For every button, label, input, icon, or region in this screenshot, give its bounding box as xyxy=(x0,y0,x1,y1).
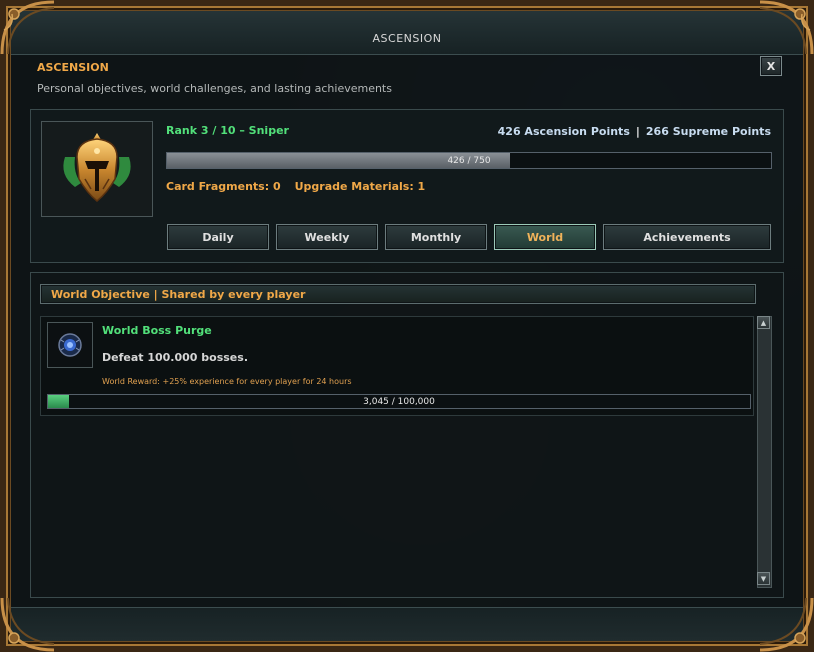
panel-subtitle: Personal objectives, world challenges, a… xyxy=(37,82,392,95)
objective-progress-bar: 3,045 / 100,000 xyxy=(47,394,751,409)
tab-monthly[interactable]: Monthly xyxy=(385,224,487,250)
section-header: World Objective | Shared by every player xyxy=(40,284,756,304)
rank-progress-bar: 426 / 750 xyxy=(166,152,772,169)
objective-progress-label: 3,045 / 100,000 xyxy=(363,396,435,407)
tab-world[interactable]: World xyxy=(494,224,596,250)
tab-weekly[interactable]: Weekly xyxy=(276,224,378,250)
tab-achievements[interactable]: Achievements xyxy=(603,224,771,250)
scroll-down-button[interactable]: ▼ xyxy=(757,572,770,585)
window-bottom-bar xyxy=(10,607,804,642)
objective-reward: World Reward: +25% experience for every … xyxy=(102,377,352,386)
scroll-up-button[interactable]: ▲ xyxy=(757,316,770,329)
card-fragments: Card Fragments: 0 xyxy=(166,180,281,193)
objective-icon-frame xyxy=(47,322,93,368)
resources-line: Card Fragments: 0 Upgrade Materials: 1 xyxy=(166,180,425,193)
panel-title: ASCENSION xyxy=(37,61,109,74)
window-titlebar: ASCENSION xyxy=(10,10,804,55)
rank-progress-label: 426 / 750 xyxy=(447,155,491,166)
supreme-points: 266 Supreme Points xyxy=(645,125,771,138)
close-button[interactable]: X xyxy=(760,56,782,76)
ascension-points: 426 Ascension Points xyxy=(497,125,630,138)
points-separator: | xyxy=(635,125,640,138)
objective-title: World Boss Purge xyxy=(102,324,212,337)
scrollbar-track[interactable] xyxy=(757,316,772,588)
rank-label: Rank 3 / 10 – Sniper xyxy=(166,124,289,137)
objective-description: Defeat 100.000 bosses. xyxy=(102,351,248,364)
upgrade-materials: Upgrade Materials: 1 xyxy=(294,180,426,193)
golden-helmet-icon xyxy=(63,133,131,202)
tab-daily[interactable]: Daily xyxy=(167,224,269,250)
window-title: ASCENSION xyxy=(372,32,442,45)
points-summary: 426 Ascension Points | 266 Supreme Points xyxy=(498,125,771,138)
rank-emblem-frame xyxy=(41,121,153,217)
boss-orb-icon xyxy=(58,333,82,357)
